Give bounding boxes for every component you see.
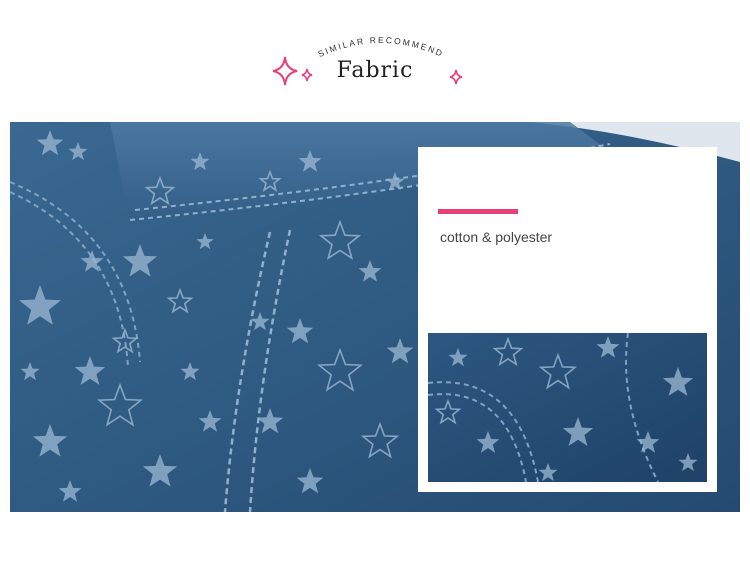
- section-header: SIMILAR RECOMMEND Fabric: [0, 0, 750, 120]
- accent-bar: [438, 209, 518, 214]
- fabric-detail-photo: [428, 333, 707, 482]
- section-title: Fabric: [336, 58, 414, 83]
- denim-detail-texture: [428, 333, 707, 482]
- svg-text:SIMILAR RECOMMEND: SIMILAR RECOMMEND: [316, 35, 445, 59]
- fabric-info-card: cotton & polyester: [418, 147, 717, 492]
- subtitle-text: SIMILAR RECOMMEND: [316, 35, 443, 59]
- fabric-description: cotton & polyester: [440, 229, 553, 245]
